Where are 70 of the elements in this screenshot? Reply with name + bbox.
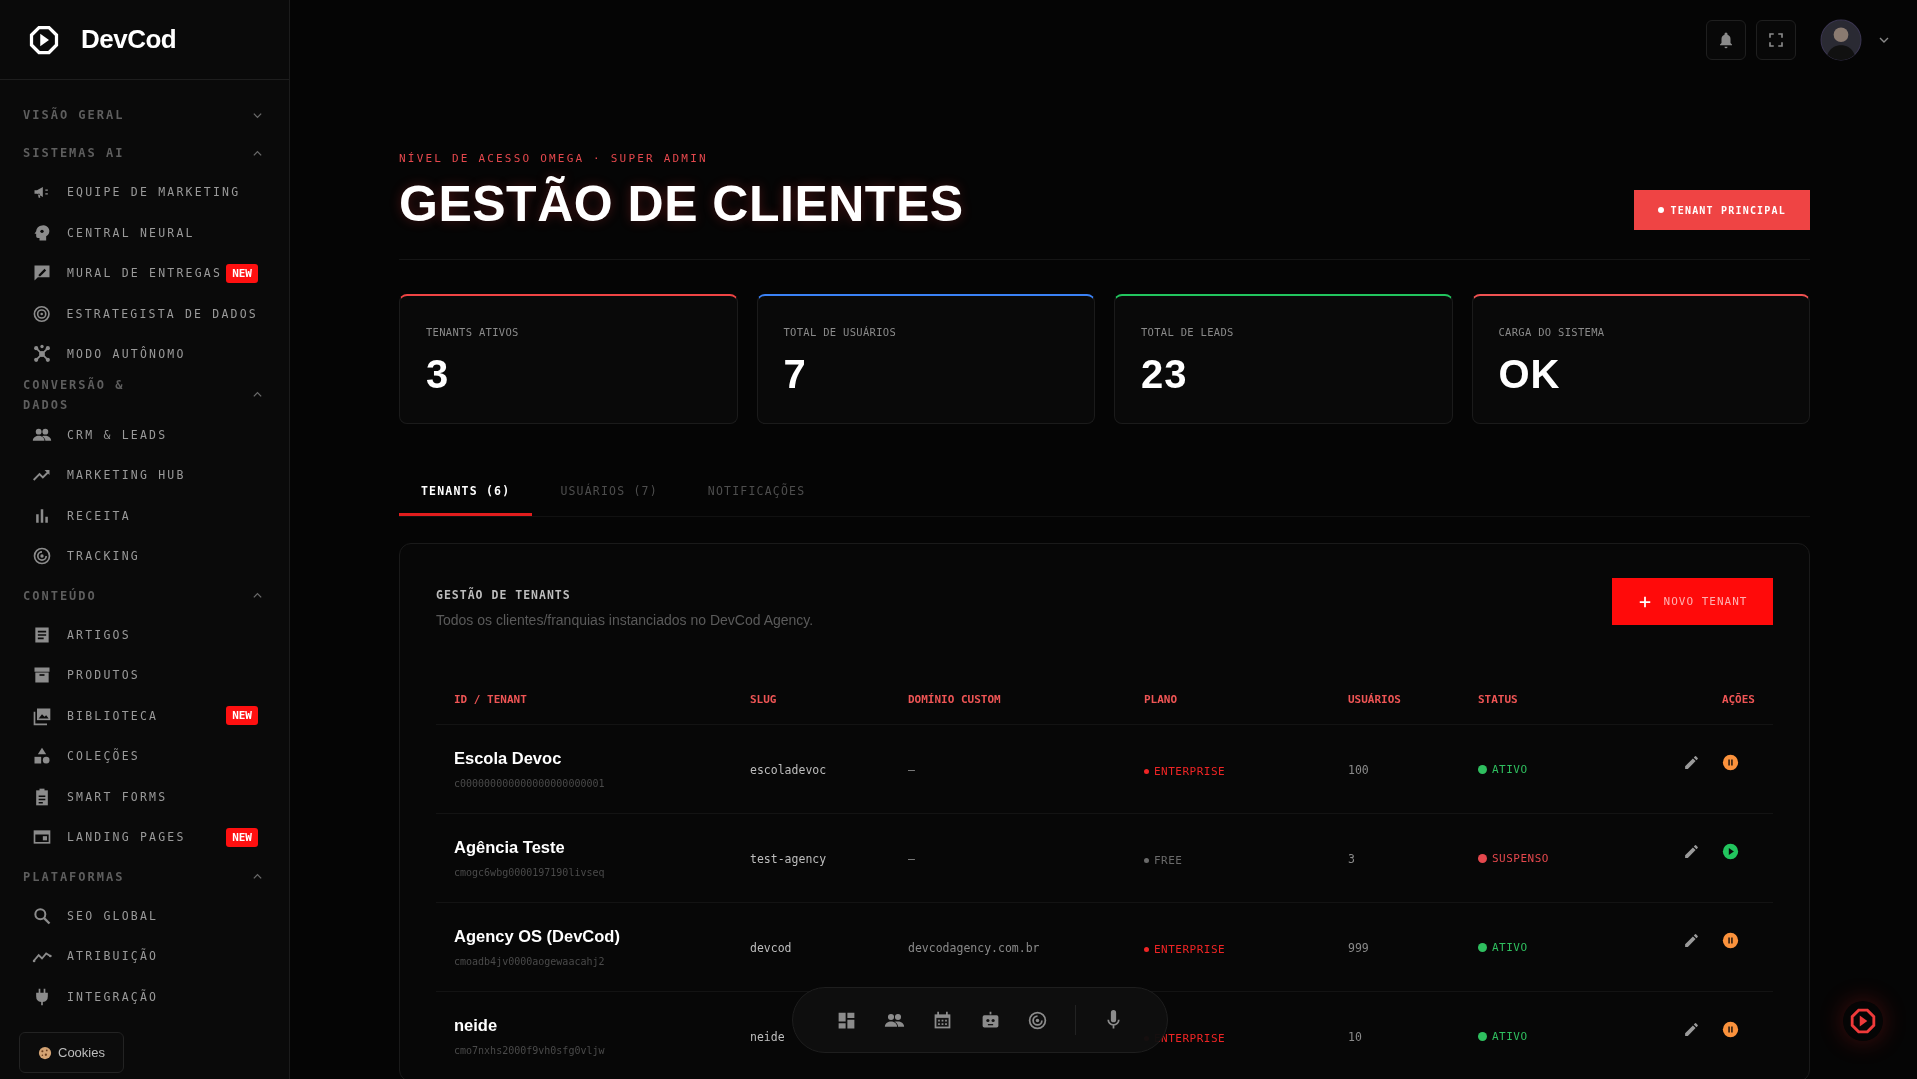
stat-label: TENANTS ATIVOS	[426, 326, 520, 338]
column-header: AÇÕES	[1720, 692, 1755, 706]
new-badge: NEW	[226, 827, 258, 847]
sidebar-item[interactable]: COLEÇÕES	[0, 736, 289, 777]
sidebar-item[interactable]: SMART FORMS	[0, 776, 289, 817]
tenant-id: cmo7nxhs2000f9vh0sfg0vljw	[454, 1045, 606, 1056]
tenant-name: neide	[454, 1016, 499, 1035]
stat-value: 3	[426, 352, 451, 397]
status-label: ATIVO	[1478, 1030, 1528, 1043]
sidebar-item[interactable]: CRM & LEADS	[0, 414, 289, 455]
stat-value: 23	[1141, 352, 1189, 397]
sidebar-item[interactable]: ARTIGOS	[0, 614, 289, 655]
brand-name: DevCod	[81, 24, 177, 55]
sidebar-item[interactable]: SEO GLOBAL	[0, 895, 289, 936]
access-level-label: NÍVEL DE ACESSO OMEGA · SUPER ADMIN	[399, 152, 709, 165]
tenant-id: c000000000000000000000001	[454, 778, 606, 789]
sidebar-item[interactable]: PRODUTOS	[0, 655, 289, 696]
table-cell: test-agency	[750, 852, 827, 866]
sidebar-item[interactable]: MODO AUTÔNOMO	[0, 334, 289, 375]
stat-label: CARGA DO SISTEMA	[1498, 326, 1606, 338]
tenant-id: cmogc6wbg0000197190livseq	[454, 867, 606, 878]
panel-title: GESTÃO DE TENANTS	[436, 588, 572, 602]
status-label: SUSPENSO	[1478, 852, 1549, 865]
column-header: STATUS	[1478, 692, 1519, 706]
tenant-name: Escola Devoc	[454, 749, 563, 768]
stat-value: 7	[783, 352, 808, 397]
table-cell: neide	[750, 1030, 785, 1044]
column-header: USUÁRIOS	[1348, 692, 1402, 706]
stat-label: TOTAL DE LEADS	[1141, 326, 1235, 338]
sidebar-item[interactable]: RECEITA	[0, 495, 289, 536]
column-header: ID / TENANT	[454, 692, 528, 706]
new-badge: NEW	[226, 706, 258, 726]
sidebar-item[interactable]: CENTRAL NEURAL	[0, 212, 289, 253]
table-cell: 10	[1348, 1030, 1362, 1044]
sidebar-item[interactable]: LANDING PAGES NEW	[0, 817, 289, 858]
plan-label: ENTERPRISE	[1144, 765, 1226, 778]
sidebar-item[interactable]: TRACKING	[0, 536, 289, 577]
sidebar-item[interactable]: MARKETING HUB	[0, 455, 289, 496]
sidebar-item[interactable]: ATRIBUIÇÃO	[0, 936, 289, 977]
plan-label: ENTERPRISE	[1144, 943, 1226, 956]
table-cell: —	[908, 852, 915, 866]
sidebar-item[interactable]: MURAL DE ENTREGAS NEW	[0, 253, 289, 294]
table-cell: escoladevoc	[750, 763, 827, 777]
plan-label: FREE	[1144, 854, 1183, 867]
tenant-name: Agência Teste	[454, 838, 566, 857]
cookies-button[interactable]: Cookies	[19, 1032, 124, 1073]
sidebar-item[interactable]: EQUIPE DE MARKETING	[0, 172, 289, 213]
sidebar-item[interactable]: INTEGRAÇÃO	[0, 976, 289, 1017]
column-header: PLANO	[1144, 692, 1179, 706]
column-header: DOMÍNIO CUSTOM	[908, 692, 1002, 706]
stat-label: TOTAL DE USUÁRIOS	[783, 326, 898, 338]
table-cell: 999	[1348, 941, 1369, 955]
table-cell: devcod	[750, 941, 792, 955]
tenant-principal-button[interactable]: TENANT PRINCIPAL	[1634, 190, 1810, 230]
table-cell: 100	[1348, 763, 1369, 777]
stat-value: OK	[1498, 352, 1562, 397]
status-label: ATIVO	[1478, 941, 1528, 954]
tenant-name: Agency OS (DevCod)	[454, 927, 621, 946]
table-cell: —	[908, 763, 915, 777]
tenant-id: cmoadb4jv0000aogewaacahj2	[454, 956, 606, 967]
column-header: SLUG	[750, 692, 778, 706]
new-badge: NEW	[226, 263, 258, 283]
table-cell: 3	[1348, 852, 1355, 866]
status-label: ATIVO	[1478, 763, 1528, 776]
page-title: GESTÃO DE CLIENTES	[399, 175, 964, 233]
tab[interactable]: TENANTS (6)	[399, 472, 533, 516]
sidebar-item[interactable]: BIBLIOTECA NEW	[0, 695, 289, 736]
panel-subtitle: Todos os clientes/franquias instanciados no DevCod Agency.	[436, 612, 814, 628]
sidebar-item[interactable]: ESTRATEGISTA DE DADOS	[0, 293, 289, 334]
table-cell: devcodagency.com.br	[908, 941, 1040, 955]
